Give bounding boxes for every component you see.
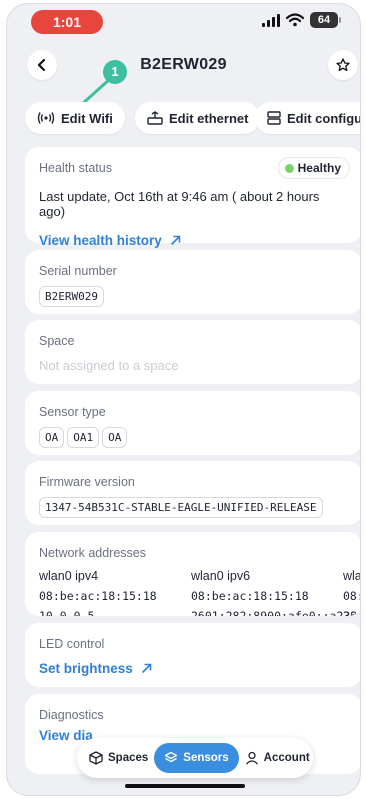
nav-sensors[interactable]: Sensors <box>154 743 239 773</box>
health-status-card: Health status Healthy Last update, Oct 1… <box>25 147 360 248</box>
diagnostics-label: Diagnostics <box>39 708 104 722</box>
arrow-up-right-icon <box>141 663 152 674</box>
network-mac: 08:b <box>343 589 360 603</box>
page-title: B2ERW029 <box>140 56 227 73</box>
wifi-status-icon <box>286 13 304 27</box>
edit-ethernet-button[interactable]: Edit ethernet <box>135 102 261 134</box>
nav-account[interactable]: Account <box>239 743 316 773</box>
healthy-dot-icon <box>284 163 294 173</box>
edit-configuration-label: Edit configurati <box>287 110 360 126</box>
signal-icon <box>262 13 280 27</box>
last-update-text: Last update, Oct 16th at 9:46 am ( about… <box>39 189 320 219</box>
sensor-type-card: Sensor type OA OA1 OA <box>25 391 360 455</box>
edit-ethernet-label: Edit ethernet <box>169 110 249 126</box>
network-ip: 260 <box>343 609 360 616</box>
server-icon <box>267 111 281 125</box>
serial-number-value: B2ERW029 <box>39 286 104 307</box>
network-mac: 08:be:ac:18:15:18 <box>39 589 157 603</box>
home-indicator <box>125 784 245 788</box>
battery-icon: 64 <box>310 12 341 28</box>
view-health-history-link[interactable]: View health history <box>39 233 348 248</box>
bottom-navigation: Spaces Sensors Account <box>77 738 313 778</box>
network-column-title: wlan0 ipv6 <box>191 569 251 583</box>
network-ip: 2601:282:8900:afe0::a233 <box>191 609 358 616</box>
network-column: wlan0 ipv6 08:be:ac:18:15:18 2601:282:89… <box>191 566 358 616</box>
sensor-icon <box>165 751 178 763</box>
user-icon <box>245 751 258 765</box>
status-badge-label: Healthy <box>297 161 341 175</box>
edit-wifi-label: Edit Wifi <box>61 110 113 126</box>
action-chips: Edit Wifi Edit ethernet Edit configurati <box>7 102 360 146</box>
network-column-title: wlan0 ipv4 <box>39 569 99 583</box>
status-time: 1:01 <box>31 10 103 34</box>
nav-spaces[interactable]: Spaces <box>83 743 154 773</box>
sensor-type-tag: OA <box>39 427 65 448</box>
status-icons: 64 <box>262 12 341 28</box>
network-ip: 10.0.0.5 <box>39 609 95 616</box>
firmware-card: Firmware version 1347-54B531C-STABLE-EAG… <box>25 461 360 525</box>
network-mac: 08:be:ac:18:15:18 <box>191 589 309 603</box>
firmware-value: 1347-54B531C-STABLE-EAGLE-UNIFIED-RELEAS… <box>39 497 323 518</box>
phone-frame: 1:01 64 B2ERW029 1 Edit Wifi Edit ethern… <box>6 3 361 796</box>
status-badge: Healthy <box>277 157 350 179</box>
set-brightness-label: Set brightness <box>39 661 133 676</box>
wifi-broadcast-icon <box>37 112 55 124</box>
arrow-up-right-icon <box>170 235 181 246</box>
set-brightness-link[interactable]: Set brightness <box>39 661 348 676</box>
firmware-label: Firmware version <box>39 475 135 489</box>
star-icon <box>336 58 350 72</box>
nav-sensors-label: Sensors <box>183 752 229 764</box>
sensor-type-tag: OA <box>102 427 128 448</box>
network-column-title: wlar <box>343 569 360 583</box>
network-column: wlar 08:b 260 <box>343 566 360 616</box>
led-control-card: LED control Set brightness <box>25 623 360 687</box>
space-card: Space Not assigned to a space <box>25 320 360 384</box>
sensor-type-tag: OA1 <box>67 427 100 448</box>
serial-number-card: Serial number B2ERW029 <box>25 250 360 314</box>
led-control-label: LED control <box>39 637 105 651</box>
network-columns: wlan0 ipv4 08:be:ac:18:15:18 10.0.0.5 wl… <box>39 566 360 616</box>
cube-icon <box>89 751 103 765</box>
edit-wifi-button[interactable]: Edit Wifi <box>25 102 125 134</box>
network-addresses-card: Network addresses wlan0 ipv4 08:be:ac:18… <box>25 532 360 616</box>
sensor-type-label: Sensor type <box>39 405 106 419</box>
space-label: Space <box>39 334 75 348</box>
favorite-button[interactable] <box>328 50 358 80</box>
network-column: wlan0 ipv4 08:be:ac:18:15:18 10.0.0.5 <box>39 566 179 616</box>
space-value: Not assigned to a space <box>39 358 179 373</box>
nav-spaces-label: Spaces <box>108 752 149 764</box>
edit-configuration-button[interactable]: Edit configurati <box>255 102 360 134</box>
ethernet-icon <box>147 111 163 125</box>
network-addresses-label: Network addresses <box>39 546 146 560</box>
status-bar: 1:01 64 <box>7 4 360 44</box>
nav-account-label: Account <box>263 752 310 764</box>
header: B2ERW029 <box>7 44 360 92</box>
serial-number-label: Serial number <box>39 264 117 278</box>
view-health-history-label: View health history <box>39 233 162 248</box>
